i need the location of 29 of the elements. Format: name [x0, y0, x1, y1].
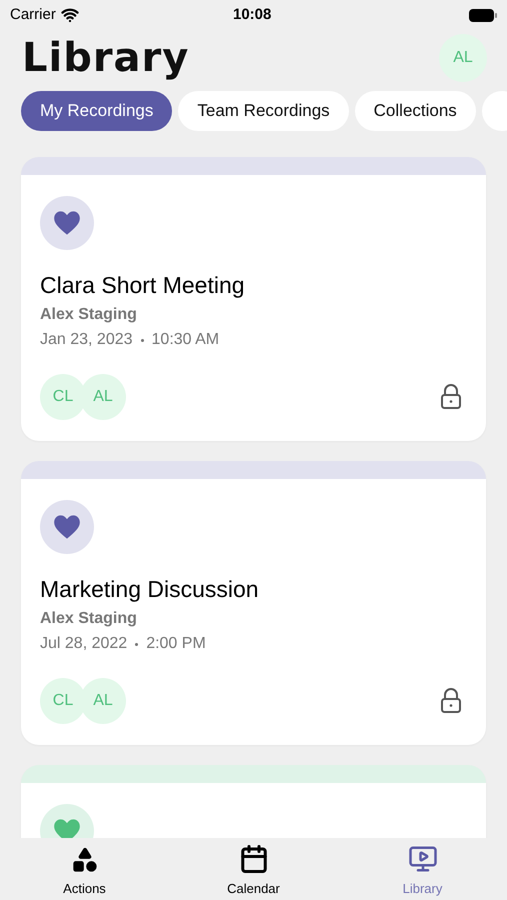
- favorite-badge[interactable]: [40, 196, 94, 250]
- participant-avatar: AL: [80, 374, 126, 420]
- filter-chip[interactable]: Collections: [354, 91, 476, 131]
- recording-time: 2:00 PM: [146, 634, 206, 654]
- recording-time: 10:30 AM: [152, 330, 220, 350]
- tab-bar-item[interactable]: Actions: [0, 838, 169, 900]
- play-screen-icon: [408, 844, 438, 874]
- status-time: 10:08: [233, 4, 272, 25]
- lock-icon[interactable]: [440, 384, 462, 410]
- wifi-icon: [60, 6, 79, 24]
- lock-icon[interactable]: [440, 688, 462, 714]
- tab-bar-item[interactable]: Calendar: [169, 838, 338, 900]
- filter-chip[interactable]: My Recordings: [21, 91, 172, 131]
- carrier-label: Carrier: [10, 4, 56, 25]
- filter-chip[interactable]: Team Recordings: [178, 91, 349, 131]
- recording-title: Clara Short Meeting: [40, 271, 246, 300]
- recording-card[interactable]: Marketing Discussion Alex Staging Jul 28, 2022 2:00 PM CL AL: [21, 461, 486, 745]
- recording-date: Jan 23, 2023: [40, 330, 133, 350]
- battery-icon: [469, 8, 497, 22]
- calendar-icon: [238, 844, 268, 874]
- recording-date: Jul 28, 2022: [40, 634, 128, 654]
- recording-owner: Alex Staging: [40, 305, 138, 325]
- participant-avatar: AL: [80, 678, 126, 724]
- recording-title: Marketing Discussion: [40, 575, 260, 604]
- page-title: Library: [22, 38, 190, 78]
- recording-owner: Alex Staging: [40, 609, 138, 629]
- tab-bar-item[interactable]: Library: [338, 838, 507, 900]
- shapes-icon: [70, 846, 98, 874]
- recording-card[interactable]: Clara Short Meeting Alex Staging Jan 23, 2023 10:30 AM CL AL: [21, 157, 486, 441]
